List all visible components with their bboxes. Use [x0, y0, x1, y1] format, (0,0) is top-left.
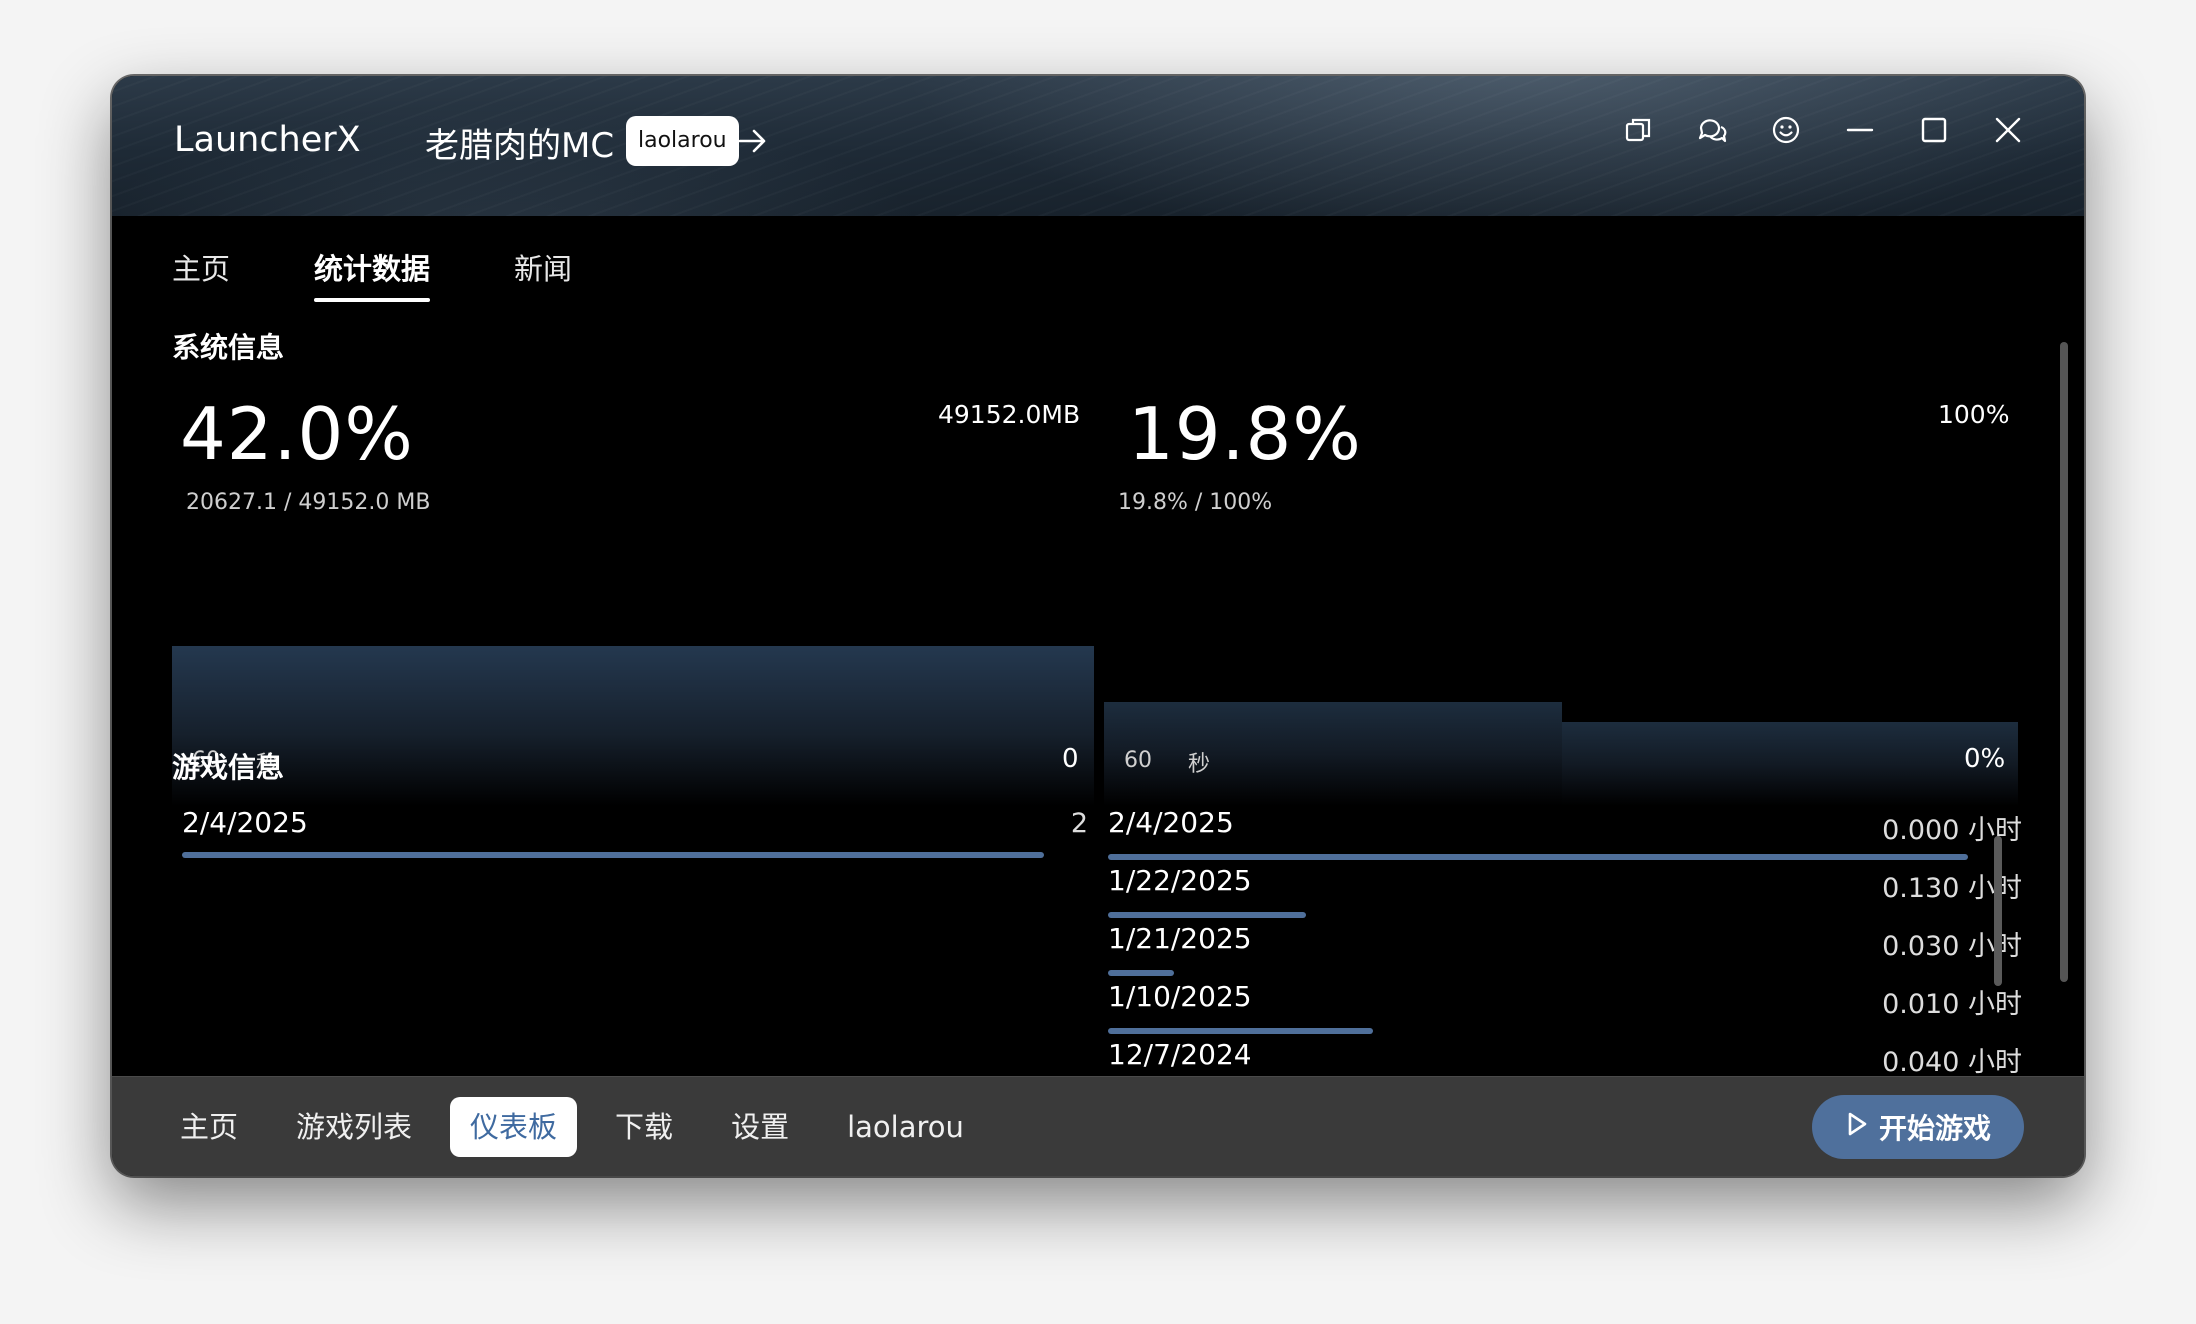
nav-settings[interactable]: 设置: [711, 1097, 809, 1157]
cpu-usage-area-left: [1104, 702, 1562, 806]
stats-tabs: 主页 统计数据 新闻: [172, 246, 656, 302]
username-chip[interactable]: laolarou: [626, 116, 739, 166]
playtime-date: 12/7/2024: [1108, 1038, 1252, 1071]
title-bar-actions: [1622, 114, 2024, 146]
playtime-date: 1/22/2025: [1108, 864, 1252, 897]
playtime-value: 0.000 小时: [1882, 815, 2022, 846]
cpu-axis-seconds: 60: [1124, 748, 1152, 773]
maximize-icon[interactable]: [1918, 114, 1950, 146]
playtime-value: 0.130 小时: [1882, 873, 2022, 904]
nav-download[interactable]: 下载: [595, 1097, 693, 1157]
chat-icon[interactable]: [1696, 114, 1728, 146]
nav-home[interactable]: 主页: [160, 1097, 258, 1157]
playtime-bar: [1108, 912, 1306, 918]
launch-count: 2: [1070, 808, 1088, 839]
cpu-max-label: 100%: [1938, 400, 2010, 429]
playtime-date: 1/21/2025: [1108, 922, 1252, 955]
system-info-heading: 系统信息: [172, 331, 285, 364]
memory-usage-area: [172, 646, 1094, 806]
playtime-value: 0.010 小时: [1882, 989, 2022, 1020]
start-game-button[interactable]: 开始游戏: [1812, 1095, 2024, 1159]
launch-count-bar: [182, 852, 1044, 858]
playtime-value: 0.030 小时: [1882, 931, 2022, 962]
tab-news[interactable]: 新闻: [514, 246, 572, 298]
launch-date: 2/4/2025: [182, 806, 308, 839]
minimize-icon[interactable]: [1844, 114, 1876, 146]
close-icon[interactable]: [1992, 114, 2024, 146]
memory-detail: 20627.1 / 49152.0 MB: [186, 490, 431, 515]
instance-name[interactable]: 老腊肉的MC: [425, 118, 614, 167]
launcher-window: LauncherX 老腊肉的MC laolarou 主页 统计数据 新闻 系统信…: [112, 76, 2084, 1176]
cpu-axis-unit: 秒: [1188, 752, 1211, 777]
cpu-axis-min: 0%: [1964, 744, 2006, 774]
nav-dashboard[interactable]: 仪表板: [450, 1097, 578, 1157]
tab-home[interactable]: 主页: [172, 246, 230, 298]
smiley-icon[interactable]: [1770, 114, 1802, 146]
cpu-usage-area-right: [1562, 722, 2018, 806]
page-scrollbar[interactable]: [2060, 342, 2068, 982]
tab-statistics[interactable]: 统计数据: [314, 246, 431, 302]
app-name: LauncherX: [174, 120, 361, 160]
start-game-label: 开始游戏: [1878, 1112, 1991, 1145]
playtime-value: 0.040 小时: [1882, 1047, 2022, 1078]
memory-percent: 42.0%: [180, 392, 414, 476]
memory-usage-chart: [172, 646, 1094, 806]
cpu-usage-chart: [1104, 702, 2018, 806]
playtime-scrollbar[interactable]: [1994, 836, 2002, 986]
game-info-heading: 游戏信息: [172, 751, 285, 784]
play-icon: [1845, 1111, 1869, 1144]
memory-axis-min: 0: [1062, 744, 1079, 774]
playtime-date: 1/10/2025: [1108, 980, 1252, 1013]
bottom-nav: 主页 游戏列表 仪表板 下载 设置 laolarou: [160, 1097, 1002, 1157]
arrow-right-icon[interactable]: [736, 124, 770, 162]
playtime-date: 2/4/2025: [1108, 806, 1234, 839]
cpu-detail: 19.8% / 100%: [1118, 490, 1273, 515]
title-bar: LauncherX 老腊肉的MC laolarou: [112, 76, 2084, 216]
playtime-bar: [1108, 1028, 1373, 1034]
copy-window-icon[interactable]: [1622, 114, 1654, 146]
nav-game-list[interactable]: 游戏列表: [276, 1097, 432, 1157]
bottom-nav-bar: 主页 游戏列表 仪表板 下载 设置 laolarou 开始游戏: [112, 1076, 2084, 1176]
cpu-percent: 19.8%: [1128, 392, 1362, 476]
nav-account[interactable]: laolarou: [827, 1097, 984, 1157]
playtime-bar: [1108, 970, 1174, 976]
playtime-bar: [1108, 854, 1968, 860]
memory-max-label: 49152.0MB: [938, 400, 1081, 429]
